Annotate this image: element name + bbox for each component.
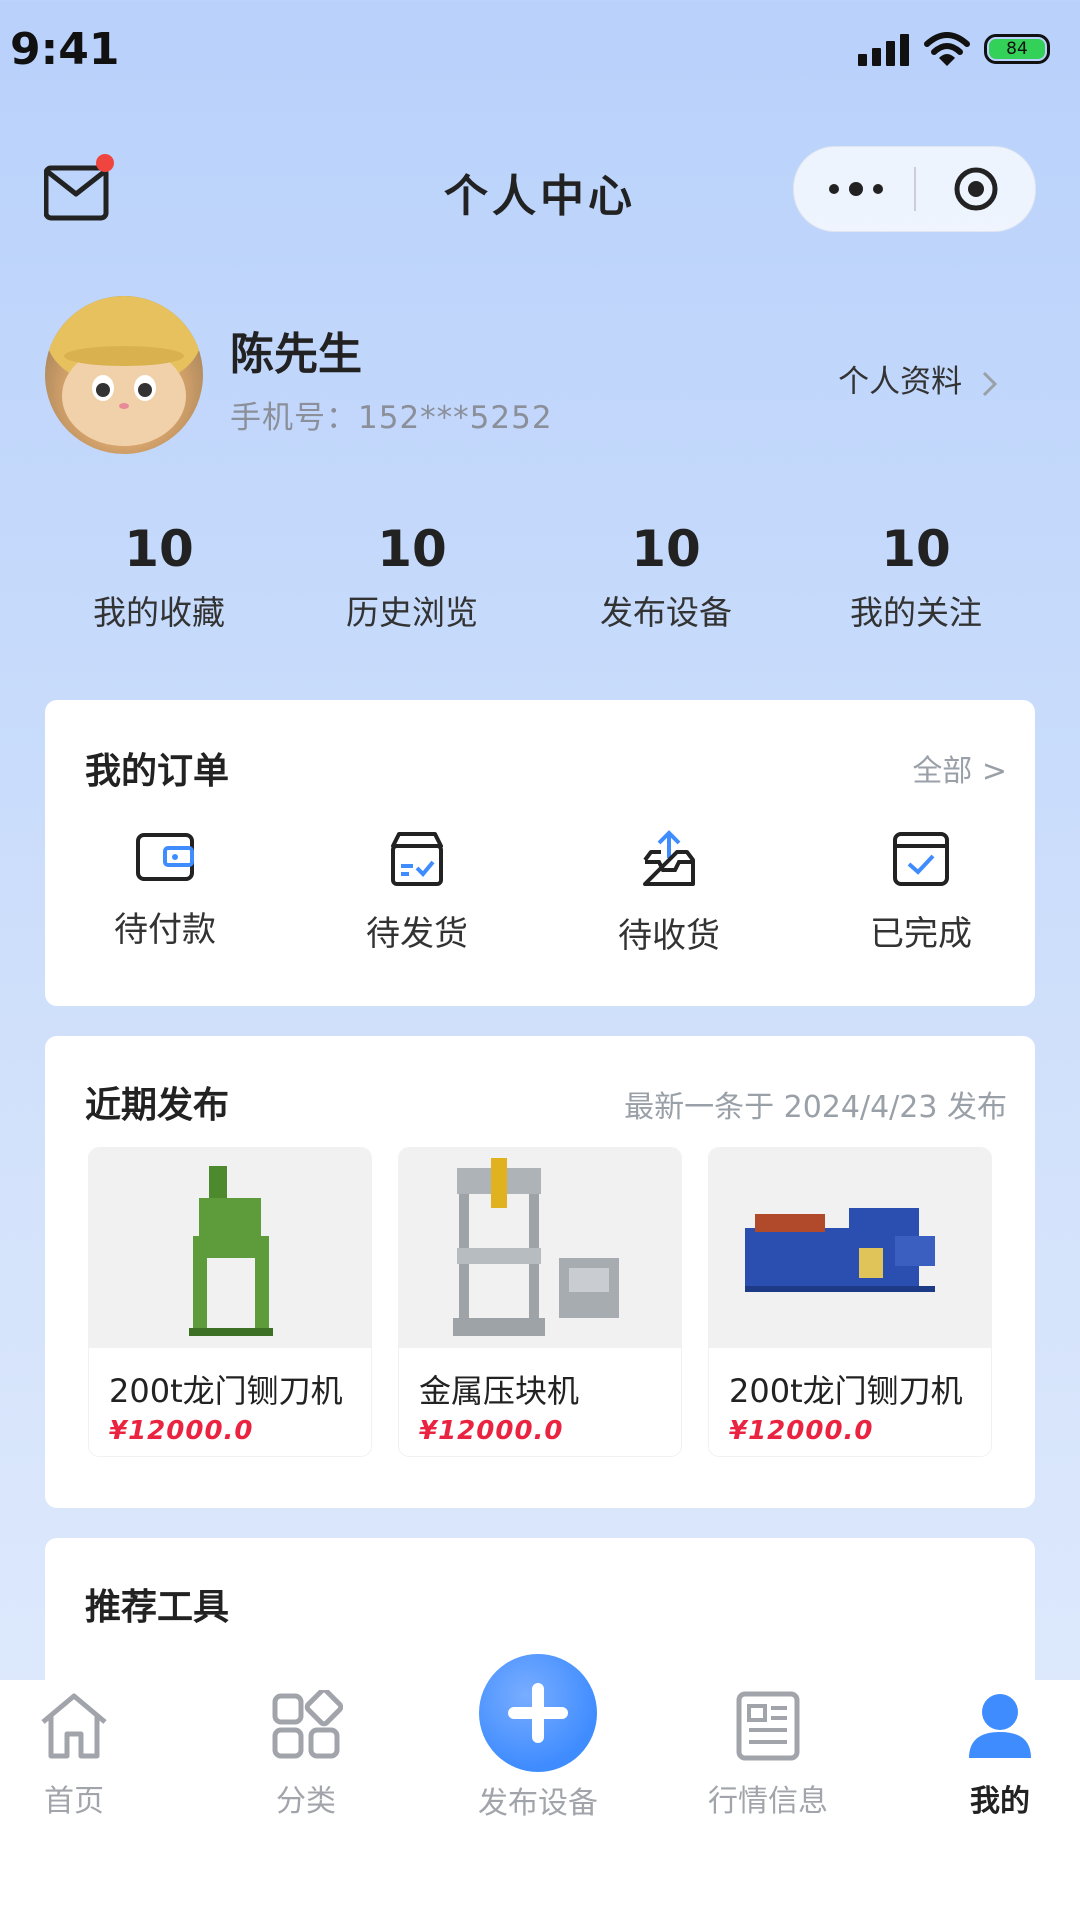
avatar[interactable]	[45, 296, 203, 454]
order-item-label: 待付款	[114, 910, 216, 950]
stat-label: 历史浏览	[346, 593, 478, 632]
battery-level: 84	[989, 39, 1045, 59]
battery-icon: 84	[984, 34, 1050, 64]
order-completed[interactable]: 已完成	[821, 830, 1021, 955]
calendar-check-icon	[893, 832, 949, 886]
product-name: 200t龙门铡刀机	[109, 1372, 343, 1410]
stat-label: 我的关注	[850, 593, 982, 632]
stat-published[interactable]: 10 发布设备	[536, 520, 796, 634]
close-miniprogram-button[interactable]	[916, 147, 1034, 231]
order-item-label: 待发货	[366, 914, 468, 954]
recent-subtitle: 最新一条于 2024/4/23 发布	[624, 1090, 1007, 1125]
wallet-icon	[136, 833, 194, 881]
target-icon	[954, 167, 998, 211]
plus-icon	[508, 1683, 568, 1743]
more-button[interactable]	[794, 147, 914, 231]
stat-value: 10	[631, 520, 701, 578]
product-image	[709, 1148, 991, 1348]
inbox-upload-icon	[643, 830, 695, 886]
tab-publish[interactable]: 发布设备	[430, 1654, 646, 1822]
user-icon	[969, 1694, 1031, 1758]
tab-market-news[interactable]: 行情信息	[660, 1690, 876, 1820]
publish-button	[479, 1654, 597, 1772]
home-icon	[41, 1693, 107, 1759]
tab-label: 分类	[276, 1784, 336, 1819]
product-image	[89, 1148, 371, 1348]
profile-link-label: 个人资料	[838, 364, 963, 400]
stat-value: 10	[881, 520, 951, 578]
orders-title: 我的订单	[85, 751, 230, 792]
tab-category[interactable]: 分类	[198, 1687, 414, 1820]
tools-title: 推荐工具	[85, 1587, 230, 1628]
stat-history[interactable]: 10 历史浏览	[282, 520, 542, 634]
status-time: 9:41	[10, 24, 120, 75]
tab-label: 首页	[44, 1784, 104, 1819]
baler-machine-image	[745, 1208, 935, 1292]
tab-home[interactable]: 首页	[0, 1690, 182, 1820]
stat-favorites[interactable]: 10 我的收藏	[29, 520, 289, 634]
gate-shear-machine-image	[189, 1166, 273, 1336]
order-item-label: 待收货	[618, 916, 720, 956]
signal-icon	[858, 34, 914, 68]
recent-posts-card: 近期发布 最新一条于 2024/4/23 发布 200t龙门铡刀机 ¥12000…	[45, 1036, 1035, 1508]
stat-label: 我的收藏	[93, 593, 225, 632]
tab-label: 我的	[970, 1784, 1030, 1819]
order-pending-receipt[interactable]: 待收货	[569, 830, 769, 957]
product-card[interactable]: 金属压块机 ¥12000.0	[399, 1148, 681, 1456]
recent-title: 近期发布	[85, 1085, 230, 1126]
stat-value: 10	[377, 520, 447, 578]
profile-link[interactable]: 个人资料	[838, 356, 1000, 401]
more-dots-icon	[829, 182, 883, 196]
product-price: ¥12000.0	[729, 1416, 874, 1446]
user-name: 陈先生	[230, 329, 362, 380]
orders-all-link[interactable]: 全部 >	[912, 746, 1007, 790]
cat-avatar-image	[46, 296, 202, 446]
category-icon	[272, 1687, 344, 1759]
order-pending-shipment[interactable]: 待发货	[317, 830, 517, 955]
stat-value: 10	[124, 520, 194, 578]
wifi-icon	[924, 32, 970, 66]
order-item-label: 已完成	[870, 914, 972, 954]
product-card[interactable]: 200t龙门铡刀机 ¥12000.0	[709, 1148, 991, 1456]
product-price: ¥12000.0	[109, 1416, 254, 1446]
tab-label: 行情信息	[708, 1784, 828, 1819]
product-name: 200t龙门铡刀机	[729, 1372, 963, 1410]
stat-following[interactable]: 10 我的关注	[786, 520, 1046, 634]
phone-number: 手机号：152***5252	[230, 400, 553, 436]
product-name: 金属压块机	[419, 1372, 580, 1410]
tab-label: 发布设备	[478, 1786, 598, 1821]
stat-label: 发布设备	[600, 593, 732, 632]
product-card[interactable]: 200t龙门铡刀机 ¥12000.0	[89, 1148, 371, 1456]
product-image	[399, 1148, 681, 1348]
package-icon	[391, 832, 443, 886]
tab-mine[interactable]: 我的	[892, 1690, 1080, 1820]
chevron-right-icon	[982, 371, 998, 396]
product-price: ¥12000.0	[419, 1416, 564, 1446]
orders-card: 我的订单 全部 > 待付款 待发货 待收货 已完成	[45, 700, 1035, 1006]
order-pending-payment[interactable]: 待付款	[65, 830, 265, 951]
mini-program-capsule	[793, 146, 1036, 232]
news-icon	[736, 1691, 800, 1761]
press-machine-image	[453, 1158, 619, 1336]
